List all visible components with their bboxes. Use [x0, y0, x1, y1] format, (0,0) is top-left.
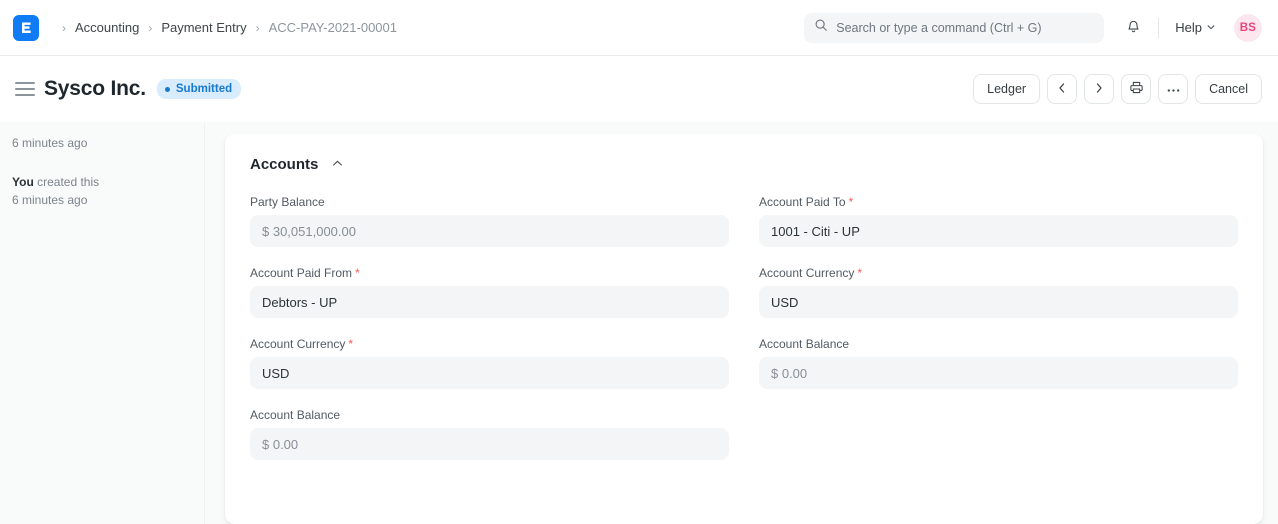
- help-label: Help: [1175, 20, 1202, 35]
- hamburger-menu-icon[interactable]: [12, 76, 38, 102]
- field-value-account-currency-left[interactable]: USD: [250, 357, 729, 389]
- breadcrumb-item-accounting[interactable]: Accounting: [75, 20, 139, 35]
- field-value-account-paid-from[interactable]: Debtors - UP: [250, 286, 729, 318]
- status-dot-icon: [165, 87, 170, 92]
- accounts-form-grid: Party Balance $ 30,051,000.00 Account Pa…: [250, 195, 1238, 479]
- next-document-button[interactable]: [1084, 74, 1114, 104]
- breadcrumb-item-current: ACC-PAY-2021-00001: [269, 20, 397, 35]
- ellipsis-icon: [1166, 82, 1181, 96]
- field-label: Account Balance: [250, 408, 729, 422]
- chevron-left-icon: [1056, 82, 1068, 97]
- printer-icon: [1129, 80, 1144, 98]
- help-menu-button[interactable]: Help: [1169, 16, 1222, 39]
- search-box[interactable]: [804, 13, 1104, 43]
- bell-icon: [1125, 18, 1142, 38]
- accounts-section-header: Accounts: [250, 156, 1238, 173]
- hamburger-line: [15, 94, 35, 96]
- field-value-account-balance-right[interactable]: $ 0.00: [759, 357, 1238, 389]
- field-label-text: Account Currency: [759, 266, 854, 280]
- search-input[interactable]: [836, 21, 1094, 35]
- chevron-up-icon: [331, 157, 344, 173]
- ledger-button[interactable]: Ledger: [973, 74, 1040, 104]
- required-asterisk: *: [857, 266, 862, 280]
- notifications-button[interactable]: [1118, 13, 1148, 43]
- form-content: Accounts Party Balance $ 30,051,000.00: [205, 122, 1278, 524]
- timeline-entry: You created this 6 minutes ago: [12, 173, 190, 209]
- timeline-entry-actor: You: [12, 175, 34, 189]
- field-label-text: Account Currency: [250, 337, 345, 351]
- timeline-top-time: 6 minutes ago: [12, 134, 190, 152]
- page-actions: Ledger: [973, 74, 1262, 104]
- required-asterisk: *: [355, 266, 360, 280]
- page-body: 6 minutes ago You created this 6 minutes…: [0, 122, 1278, 524]
- breadcrumb-separator: ›: [53, 22, 75, 34]
- chevron-right-icon: [1093, 82, 1105, 97]
- status-badge-label: Submitted: [176, 83, 232, 95]
- hamburger-line: [15, 82, 35, 84]
- previous-document-button[interactable]: [1047, 74, 1077, 104]
- field-label-text: Party Balance: [250, 195, 325, 209]
- print-button[interactable]: [1121, 74, 1151, 104]
- section-collapse-toggle[interactable]: [329, 157, 345, 173]
- field-label-text: Account Paid To: [759, 195, 846, 209]
- required-asterisk: *: [849, 195, 854, 209]
- timeline-entry-time: 6 minutes ago: [12, 191, 190, 209]
- chevron-down-icon: [1206, 20, 1216, 35]
- breadcrumb: › Accounting › Payment Entry › ACC-PAY-2…: [53, 20, 397, 35]
- page-title: Sysco Inc.: [44, 77, 146, 101]
- required-asterisk: *: [348, 337, 353, 351]
- breadcrumb-item-payment-entry[interactable]: Payment Entry: [161, 20, 246, 35]
- hamburger-line: [15, 88, 35, 90]
- field-label: Account Paid From *: [250, 266, 729, 280]
- page-header: Sysco Inc. Submitted Ledger: [0, 56, 1278, 122]
- field-label-text: Account Balance: [250, 408, 340, 422]
- field-label: Account Paid To *: [759, 195, 1238, 209]
- sidebar-timeline: 6 minutes ago You created this 6 minutes…: [0, 122, 205, 524]
- field-label: Account Balance: [759, 337, 1238, 351]
- field-account-paid-from: Account Paid From * Debtors - UP: [250, 266, 729, 318]
- field-account-balance-left: Account Balance $ 0.00: [250, 408, 729, 460]
- field-label: Account Currency *: [759, 266, 1238, 280]
- field-account-currency-left: Account Currency * USD: [250, 337, 729, 389]
- field-value-account-currency-right[interactable]: USD: [759, 286, 1238, 318]
- field-account-paid-to: Account Paid To * 1001 - Citi - UP: [759, 195, 1238, 247]
- top-navbar: › Accounting › Payment Entry › ACC-PAY-2…: [0, 0, 1278, 56]
- field-label: Party Balance: [250, 195, 729, 209]
- section-title: Accounts: [250, 156, 318, 173]
- field-label: Account Currency *: [250, 337, 729, 351]
- cancel-button[interactable]: Cancel: [1195, 74, 1262, 104]
- breadcrumb-separator: ›: [247, 22, 269, 34]
- field-value-account-paid-to[interactable]: 1001 - Citi - UP: [759, 215, 1238, 247]
- field-value-party-balance[interactable]: $ 30,051,000.00: [250, 215, 729, 247]
- breadcrumb-separator: ›: [139, 22, 161, 34]
- accounts-card: Accounts Party Balance $ 30,051,000.00: [225, 134, 1263, 524]
- field-account-balance-right: Account Balance $ 0.00: [759, 337, 1238, 389]
- timeline-entry-text: You created this: [12, 173, 190, 191]
- search-icon: [814, 18, 836, 37]
- avatar[interactable]: BS: [1234, 14, 1262, 42]
- navbar-divider: [1158, 18, 1159, 38]
- field-value-account-balance-left[interactable]: $ 0.00: [250, 428, 729, 460]
- timeline-entry-action: created this: [34, 175, 99, 189]
- erpnext-logo-icon[interactable]: [13, 15, 39, 41]
- field-account-currency-right: Account Currency * USD: [759, 266, 1238, 318]
- status-badge: Submitted: [157, 79, 241, 99]
- field-party-balance: Party Balance $ 30,051,000.00: [250, 195, 729, 247]
- more-actions-button[interactable]: [1158, 74, 1188, 104]
- field-label-text: Account Paid From: [250, 266, 352, 280]
- field-label-text: Account Balance: [759, 337, 849, 351]
